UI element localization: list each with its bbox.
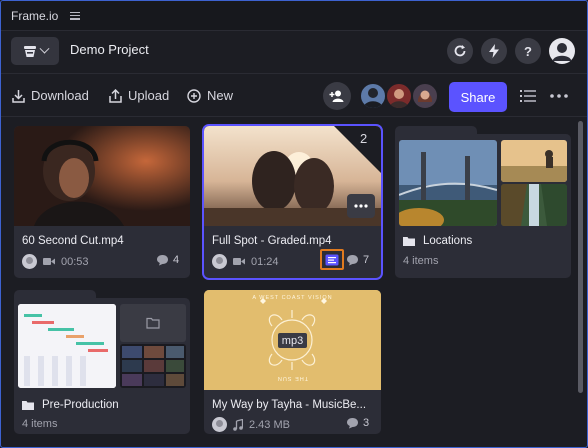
hamburger-menu-icon[interactable]: [70, 11, 81, 20]
version-count[interactable]: 2: [360, 131, 367, 146]
comment-icon: [347, 255, 358, 266]
music-note-icon: [233, 418, 243, 431]
uploader-avatar: [212, 417, 227, 432]
new-label: New: [207, 88, 234, 103]
folder-preview-image: [501, 140, 567, 182]
asset-toolbar: Download Upload New Share: [1, 73, 587, 117]
comment-count[interactable]: 3: [346, 417, 369, 429]
asset-card-selected[interactable]: 2 Full Spot - Graded.mp4 01:24 7: [202, 124, 383, 280]
transcript-icon: [325, 254, 339, 265]
folder-card-pre-production[interactable]: Pre-Production 4 items: [14, 298, 190, 434]
vertical-scrollbar[interactable]: [578, 121, 583, 393]
download-label: Download: [31, 88, 89, 103]
project-title: Demo Project: [70, 42, 149, 57]
refresh-button[interactable]: [447, 38, 473, 64]
uploader-avatar: [22, 254, 37, 269]
comment-count[interactable]: 7: [346, 254, 369, 266]
file-type-badge: mp3: [278, 333, 307, 348]
folder-icon: [22, 401, 34, 410]
asset-meta: 00:53: [22, 254, 89, 269]
refresh-icon: [454, 45, 466, 57]
folder-card-locations[interactable]: Locations 4 items: [395, 134, 571, 278]
asset-duration: 01:24: [251, 255, 279, 268]
help-button[interactable]: ?: [515, 38, 541, 64]
invite-user-button[interactable]: [323, 82, 351, 110]
lightning-icon: [489, 44, 499, 58]
more-options-icon[interactable]: [550, 94, 568, 98]
workspace-switcher-button[interactable]: [11, 37, 59, 65]
download-icon: [12, 89, 25, 103]
upload-icon: [109, 88, 122, 103]
audio-cover: A WEST COAST VISION THE SUN mp3: [204, 290, 381, 390]
folder-item-count: 4 items: [403, 255, 439, 267]
asset-name: My Way by Tayha - MusicBe...: [212, 399, 367, 411]
folder-preview-subfolder: [120, 304, 186, 342]
folder-icon: [403, 237, 415, 246]
asset-name: Full Spot - Graded.mp4: [212, 235, 332, 247]
new-button[interactable]: New: [187, 88, 233, 103]
avatar[interactable]: [385, 82, 413, 110]
asset-duration: 00:53: [61, 255, 89, 268]
video-thumbnail: [14, 126, 190, 226]
video-camera-icon: [233, 258, 245, 265]
upload-label: Upload: [128, 88, 170, 103]
app-window: Frame.io Demo Project ? Download Upload …: [0, 0, 588, 448]
list-view-icon[interactable]: [520, 89, 536, 103]
share-button[interactable]: Share: [449, 82, 507, 112]
add-user-icon: [329, 90, 344, 102]
chevron-down-icon: [39, 43, 49, 54]
folder-name: Pre-Production: [42, 399, 119, 411]
folder-preview-image: [18, 304, 116, 388]
more-options-icon: [354, 204, 368, 208]
cover-subtitle: THE SUN: [276, 375, 309, 381]
comment-count[interactable]: 4: [156, 254, 179, 266]
question-mark-icon: ?: [524, 43, 532, 59]
folder-name: Locations: [423, 235, 473, 247]
folder-preview-image: [501, 184, 567, 226]
folder-preview-image: [120, 344, 186, 388]
asset-name: 60 Second Cut.mp4: [22, 235, 124, 247]
app-title: Frame.io: [11, 8, 59, 23]
bucket-icon: [23, 45, 36, 57]
asset-meta: 2.43 MB: [212, 417, 290, 432]
folder-item-count: 4 items: [22, 418, 58, 430]
asset-options-button[interactable]: [347, 194, 375, 218]
asset-card[interactable]: 60 Second Cut.mp4 00:53 4: [14, 126, 190, 278]
comment-icon: [347, 418, 358, 429]
folder-outline-icon: [146, 317, 160, 329]
transcript-button[interactable]: [320, 249, 344, 270]
asset-file-size: 2.43 MB: [249, 418, 290, 431]
quick-actions-button[interactable]: [481, 38, 507, 64]
uploader-avatar: [212, 254, 227, 269]
download-button[interactable]: Download: [12, 88, 89, 103]
upload-button[interactable]: Upload: [109, 88, 169, 103]
folder-preview-image: [399, 140, 497, 226]
folder-label: Locations: [403, 235, 472, 247]
plus-circle-icon: [187, 88, 201, 103]
account-avatar-button[interactable]: [549, 38, 575, 64]
avatar[interactable]: [411, 82, 439, 110]
video-camera-icon: [43, 258, 55, 265]
asset-card[interactable]: A WEST COAST VISION THE SUN mp3 My Way b…: [204, 290, 381, 434]
comment-icon: [157, 255, 168, 266]
cover-title: A WEST COAST VISION: [252, 295, 333, 301]
asset-grid: 60 Second Cut.mp4 00:53 4 2 Full Spot - …: [1, 117, 587, 447]
user-icon: [552, 43, 572, 61]
avatar[interactable]: [359, 82, 387, 110]
folder-label: Pre-Production: [22, 399, 119, 411]
title-bar: Frame.io: [1, 1, 587, 31]
project-header: Demo Project ?: [1, 31, 587, 71]
asset-meta: 01:24: [212, 254, 279, 269]
